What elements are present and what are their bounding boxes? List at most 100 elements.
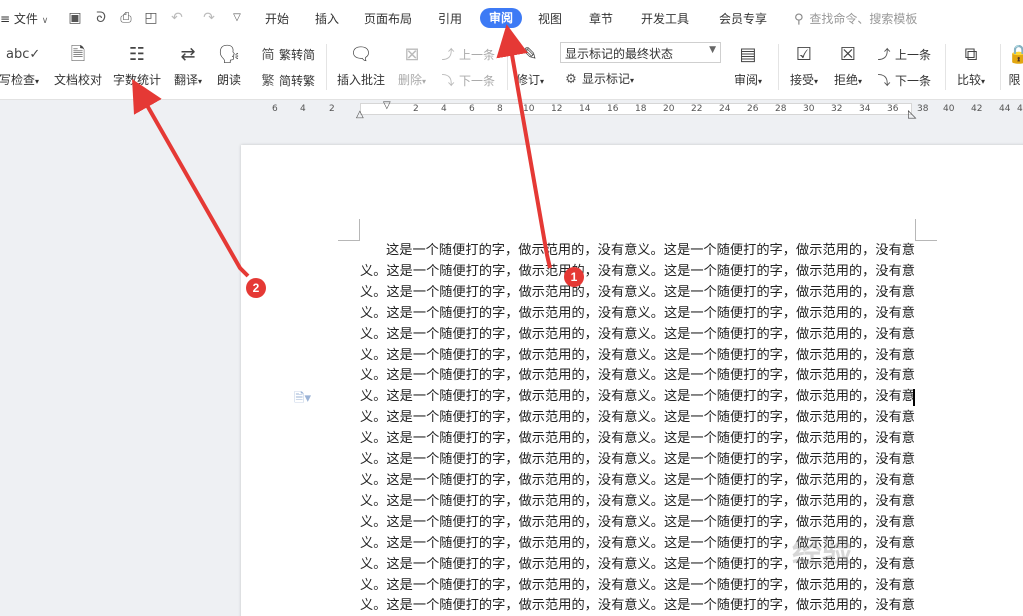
trad-to-simp-button[interactable]: 简繁转简 — [260, 44, 315, 63]
menu-bar: ≡ 文件 ∨ ▣ ᘐ ⎙ ◰ ↶ ↷ ▽ 开始 插入 页面布局 引用 审阅 视图… — [0, 0, 1023, 38]
ruler-number: 46 — [1017, 104, 1023, 114]
tab-developer[interactable]: 开发工具 — [641, 10, 689, 27]
prev-comment-label: 上一条 — [459, 48, 496, 62]
ruler-number: 8 — [497, 104, 503, 114]
word-count-icon: ☷ — [128, 44, 146, 65]
read-aloud-button[interactable]: 🗣 朗读 — [215, 42, 243, 94]
prev-change-button[interactable]: ⤴ 上一条 — [876, 44, 931, 63]
ruler-number: 4 — [300, 104, 306, 114]
track-changes-button[interactable]: ✎ 修订▾ — [512, 42, 548, 94]
read-aloud-label: 朗读 — [216, 73, 241, 87]
tab-insert[interactable]: 插入 — [315, 10, 339, 27]
tab-references[interactable]: 引用 — [438, 10, 462, 27]
annotation-badge-1: 1 — [564, 267, 584, 287]
right-indent-marker[interactable]: ◺ — [908, 107, 916, 120]
review-pane-icon: ▤ — [739, 44, 757, 65]
spellcheck-button[interactable]: abc✓ 写检查▾ — [0, 42, 40, 94]
accept-icon: ☑ — [795, 44, 813, 65]
delete-comment-label: 删除 — [397, 73, 422, 87]
prev-change-icon: ⤴ — [877, 48, 891, 63]
restrict-editing-button[interactable]: 🔒 限 — [1006, 42, 1023, 94]
ruler-number: 42 — [971, 104, 983, 114]
ruler-number: 34 — [859, 104, 871, 114]
show-markup-icon: ⚙ — [565, 72, 577, 87]
tab-review[interactable]: 审阅 — [480, 8, 523, 28]
ruler-number: 2 — [413, 104, 419, 114]
ruler-number: 28 — [775, 104, 787, 114]
word-count-button[interactable]: ☷ 字数统计 — [112, 42, 162, 94]
accept-button[interactable]: ☑ 接受▾ — [786, 42, 822, 94]
track-changes-icon: ✎ — [522, 44, 538, 65]
ribbon-divider — [507, 44, 508, 90]
prev-comment-button[interactable]: ⤴ 上一条 — [440, 44, 495, 63]
ruler-number: 12 — [551, 104, 563, 114]
more-icon[interactable]: ▽ — [228, 9, 246, 27]
show-markup-button[interactable]: ⚙ 显示标记▾ — [563, 70, 634, 87]
horizontal-ruler: 6 4 2 2 4 6 8 10 12 14 16 18 20 22 24 26… — [0, 100, 1023, 120]
ruler-number: 26 — [747, 104, 759, 114]
ruler-number: 18 — [635, 104, 647, 114]
ruler-number: 30 — [803, 104, 815, 114]
prev-change-label: 上一条 — [895, 48, 932, 62]
reject-button[interactable]: ☒ 拒绝▾ — [830, 42, 866, 94]
show-markup-label: 显示标记 — [582, 72, 631, 86]
ruler-number: 6 — [272, 104, 278, 114]
simp-to-trad-button[interactable]: 繁简转繁 — [260, 70, 315, 89]
translate-button[interactable]: ⇄ 翻译▾ — [170, 42, 206, 94]
word-count-label: 字数统计 — [112, 73, 161, 87]
read-aloud-icon: 🗣 — [217, 44, 241, 65]
compare-label: 比较 — [956, 73, 981, 87]
prev-comment-icon: ⤴ — [441, 48, 455, 63]
watermark: 经验 — [792, 535, 852, 570]
next-change-button[interactable]: ⤵ 下一条 — [876, 70, 931, 89]
ruler-number: 44 — [999, 104, 1011, 114]
next-change-icon: ⤵ — [877, 74, 891, 89]
command-search[interactable]: ⚲ 查找命令、搜索模板 — [794, 10, 917, 27]
save-icon[interactable]: ▣ — [66, 9, 84, 27]
ruler-number: 2 — [329, 104, 335, 114]
ruler-number: 32 — [831, 104, 843, 114]
insert-comment-label: 插入批注 — [336, 73, 385, 87]
format-painter-icon[interactable]: ᘐ — [92, 9, 110, 27]
restrict-label: 限 — [1008, 73, 1021, 87]
tab-page-layout[interactable]: 页面布局 — [364, 10, 412, 27]
reject-icon: ☒ — [839, 44, 857, 65]
simp-to-trad-icon: 繁 — [261, 74, 275, 89]
ruler-number: 40 — [943, 104, 955, 114]
redo-icon[interactable]: ↷ — [200, 9, 218, 27]
tab-home[interactable]: 开始 — [265, 10, 289, 27]
compare-button[interactable]: ⧉ 比较▾ — [952, 42, 990, 94]
file-menu[interactable]: ≡ 文件 ∨ — [0, 10, 48, 27]
file-menu-label: 文件 — [13, 12, 38, 26]
left-indent-marker[interactable]: △ — [356, 109, 364, 120]
next-comment-icon: ⤵ — [441, 74, 455, 89]
ruler-number: 14 — [579, 104, 591, 114]
ruler-number: 6 — [469, 104, 475, 114]
print-preview-icon[interactable]: ◰ — [142, 9, 160, 27]
next-comment-label: 下一条 — [459, 74, 496, 88]
margin-corner-mark — [915, 219, 937, 241]
restrict-icon: 🔒 — [1007, 44, 1023, 65]
print-icon[interactable]: ⎙ — [117, 9, 135, 27]
insert-comment-icon: 🗨 — [349, 44, 373, 65]
search-placeholder: 查找命令、搜索模板 — [809, 12, 918, 26]
undo-icon[interactable]: ↶ — [168, 9, 186, 27]
tab-section[interactable]: 章节 — [589, 10, 613, 27]
paragraph-options-icon[interactable]: 🗎▾ — [294, 389, 311, 411]
search-icon: ⚲ — [794, 12, 804, 27]
ribbon-divider — [945, 44, 946, 90]
markup-mode-select[interactable]: 显示标记的最终状态 ▼ — [560, 42, 721, 63]
insert-comment-button[interactable]: 🗨 插入批注 — [336, 42, 386, 94]
tab-view[interactable]: 视图 — [538, 10, 562, 27]
reject-label: 拒绝 — [833, 73, 858, 87]
simp-to-trad-label: 简转繁 — [279, 74, 316, 88]
margin-corner-mark — [338, 219, 360, 241]
next-comment-button[interactable]: ⤵ 下一条 — [440, 70, 495, 89]
first-line-indent-marker[interactable]: ▽ — [383, 100, 391, 111]
ruler-number: 36 — [887, 104, 899, 114]
tab-member[interactable]: 会员专享 — [719, 10, 767, 27]
doc-proofread-button[interactable]: 🗎 文档校对 — [52, 42, 104, 94]
delete-comment-button[interactable]: ⊠ 删除▾ — [394, 42, 430, 94]
review-pane-button[interactable]: ▤ 审阅▾ — [730, 42, 766, 94]
ruler-number: 22 — [691, 104, 703, 114]
